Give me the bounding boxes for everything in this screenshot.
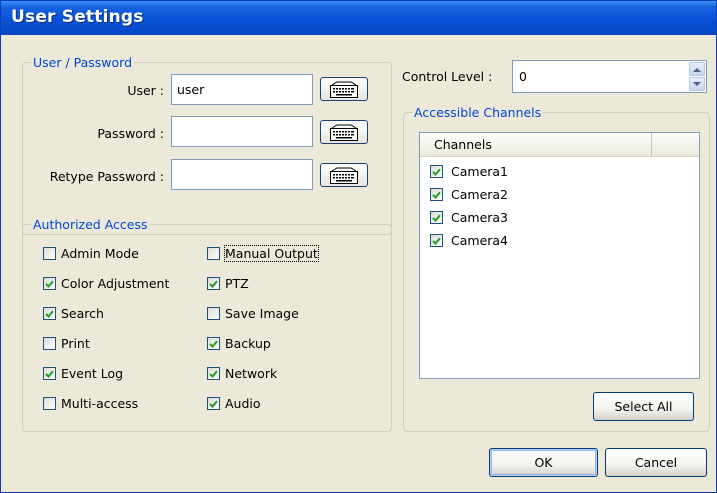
- channel-row[interactable]: Camera1: [430, 160, 508, 183]
- keyboard-icon: [330, 167, 358, 184]
- password-label: Password :: [97, 126, 164, 141]
- retype-password-label: Retype Password :: [49, 169, 164, 184]
- permission-checkbox[interactable]: Color Adjustment: [43, 276, 169, 291]
- checkmark-icon: [45, 280, 54, 288]
- checkmark-icon: [432, 191, 441, 199]
- channel-checkbox[interactable]: [430, 165, 443, 178]
- permission-checkbox[interactable]: Multi-access: [43, 396, 138, 411]
- permission-checkbox[interactable]: Event Log: [43, 366, 123, 381]
- permission-checkbox[interactable]: Search: [43, 306, 104, 321]
- checkmark-icon: [432, 214, 441, 222]
- checkbox-box[interactable]: [43, 397, 56, 410]
- spin-down-button[interactable]: [689, 77, 705, 91]
- chevron-down-icon: [693, 81, 701, 86]
- checkbox-box[interactable]: [207, 337, 220, 350]
- channel-checkbox[interactable]: [430, 234, 443, 247]
- checkbox-box[interactable]: [43, 337, 56, 350]
- control-level-label: Control Level :: [402, 69, 493, 84]
- checkbox-box[interactable]: [207, 367, 220, 380]
- password-keyboard-button[interactable]: [320, 120, 368, 144]
- checkbox-box[interactable]: [207, 247, 220, 260]
- user-settings-window: User Settings User / Password User : Pas…: [0, 0, 717, 493]
- permission-label: Network: [225, 366, 278, 381]
- keyboard-icon: [330, 81, 358, 98]
- user-input[interactable]: [171, 74, 313, 105]
- user-keyboard-button[interactable]: [320, 77, 368, 101]
- checkbox-box[interactable]: [43, 277, 56, 290]
- permission-label: Search: [61, 306, 104, 321]
- permission-label: Event Log: [61, 366, 124, 381]
- checkbox-box[interactable]: [207, 277, 220, 290]
- permission-checkbox[interactable]: Manual Output: [207, 245, 319, 262]
- control-level-spinner[interactable]: [512, 60, 707, 93]
- checkbox-box[interactable]: [43, 247, 56, 260]
- accessible-channels-legend: Accessible Channels: [414, 105, 542, 120]
- permission-checkbox[interactable]: Print: [43, 336, 90, 351]
- permission-label: Audio: [225, 396, 261, 411]
- permission-checkbox[interactable]: Audio: [207, 396, 261, 411]
- user-label: User :: [127, 83, 164, 98]
- checkbox-box[interactable]: [207, 307, 220, 320]
- channel-label: Camera4: [451, 233, 509, 248]
- checkmark-icon: [45, 370, 54, 378]
- user-password-legend: User / Password: [33, 55, 133, 70]
- channel-row[interactable]: Camera2: [430, 183, 508, 206]
- channel-checkbox[interactable]: [430, 211, 443, 224]
- channel-label: Camera1: [451, 164, 509, 179]
- checkmark-icon: [432, 168, 441, 176]
- checkmark-icon: [209, 370, 218, 378]
- ok-button[interactable]: OK: [489, 448, 598, 477]
- window-title: User Settings: [11, 7, 144, 27]
- channels-column-header[interactable]: Channels: [420, 133, 652, 156]
- permission-label: Admin Mode: [61, 246, 139, 261]
- select-all-button[interactable]: Select All: [593, 392, 694, 421]
- permission-label: Print: [61, 336, 90, 351]
- retype-password-input[interactable]: [171, 159, 313, 190]
- permission-label: Backup: [225, 336, 271, 351]
- permission-checkbox[interactable]: Save Image: [207, 306, 299, 321]
- keyboard-icon: [330, 124, 358, 141]
- authorized-access-legend: Authorized Access: [33, 217, 148, 232]
- channel-row[interactable]: Camera3: [430, 206, 508, 229]
- permission-checkbox[interactable]: Network: [207, 366, 277, 381]
- permission-label: Save Image: [225, 306, 299, 321]
- channel-label: Camera3: [451, 210, 509, 225]
- channels-list-header: Channels: [420, 133, 699, 157]
- checkmark-icon: [45, 310, 54, 318]
- title-bar[interactable]: User Settings: [1, 1, 716, 35]
- cancel-button[interactable]: Cancel: [605, 448, 707, 477]
- channel-row[interactable]: Camera4: [430, 229, 508, 252]
- permission-label: PTZ: [225, 276, 249, 291]
- permission-label: Manual Output: [224, 245, 319, 262]
- checkmark-icon: [209, 400, 218, 408]
- channel-label: Camera2: [451, 187, 509, 202]
- permission-label: Color Adjustment: [61, 276, 170, 291]
- spin-up-button[interactable]: [689, 62, 705, 76]
- checkmark-icon: [432, 237, 441, 245]
- chevron-up-icon: [693, 67, 701, 72]
- checkmark-icon: [209, 280, 218, 288]
- retype-keyboard-button[interactable]: [320, 163, 368, 187]
- permission-checkbox[interactable]: Admin Mode: [43, 246, 139, 261]
- permission-label: Multi-access: [61, 396, 139, 411]
- permission-checkbox[interactable]: Backup: [207, 336, 271, 351]
- checkbox-box[interactable]: [207, 397, 220, 410]
- permission-checkbox[interactable]: PTZ: [207, 276, 249, 291]
- control-level-input[interactable]: [513, 61, 683, 92]
- checkmark-icon: [209, 340, 218, 348]
- channels-list[interactable]: Channels Camera1 Camera2 Camera3 Camera4: [419, 132, 700, 379]
- checkbox-box[interactable]: [43, 367, 56, 380]
- checkbox-box[interactable]: [43, 307, 56, 320]
- password-input[interactable]: [171, 116, 313, 147]
- channel-checkbox[interactable]: [430, 188, 443, 201]
- dialog-client-area: User / Password User : Password :: [5, 35, 712, 488]
